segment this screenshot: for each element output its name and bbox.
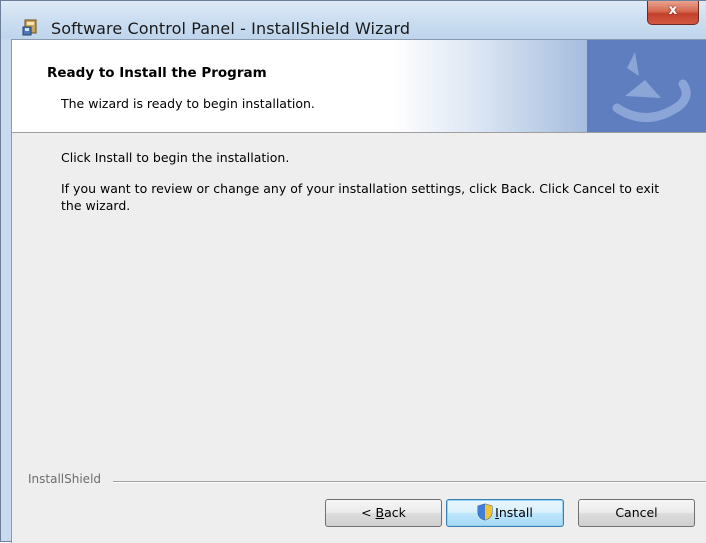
- instruction-text: Click Install to begin the installation.: [61, 150, 290, 165]
- window-title: Software Control Panel - InstallShield W…: [51, 19, 411, 38]
- install-button[interactable]: Install: [446, 499, 564, 527]
- installshield-logo: [612, 52, 691, 122]
- installshield-brand-separator: InstallShield: [28, 472, 706, 488]
- installer-icon: [22, 19, 37, 36]
- close-icon: x: [668, 3, 678, 18]
- back-mnemonic: B: [375, 505, 385, 520]
- close-button[interactable]: x: [647, 1, 699, 25]
- cancel-button[interactable]: Cancel: [578, 499, 695, 527]
- wizard-header: Ready to Install the Program The wizard …: [12, 40, 706, 133]
- back-prefix: <: [361, 505, 376, 520]
- page-subtitle: The wizard is ready to begin installatio…: [61, 96, 315, 111]
- review-settings-text: If you want to review or change any of y…: [61, 181, 660, 213]
- back-button[interactable]: < Back: [325, 499, 442, 527]
- title-bar[interactable]: Software Control Panel - InstallShield W…: [1, 1, 706, 39]
- separator-line: [113, 481, 706, 483]
- back-label-rest: ack: [384, 505, 406, 520]
- installer-window: Software Control Panel - InstallShield W…: [0, 0, 706, 543]
- install-label-rest: nstall: [498, 505, 533, 520]
- wizard-client-area: Ready to Install the Program The wizard …: [11, 39, 706, 543]
- page-title: Ready to Install the Program: [47, 65, 267, 81]
- brand-label: InstallShield: [28, 472, 102, 486]
- uac-shield-icon: [477, 503, 493, 521]
